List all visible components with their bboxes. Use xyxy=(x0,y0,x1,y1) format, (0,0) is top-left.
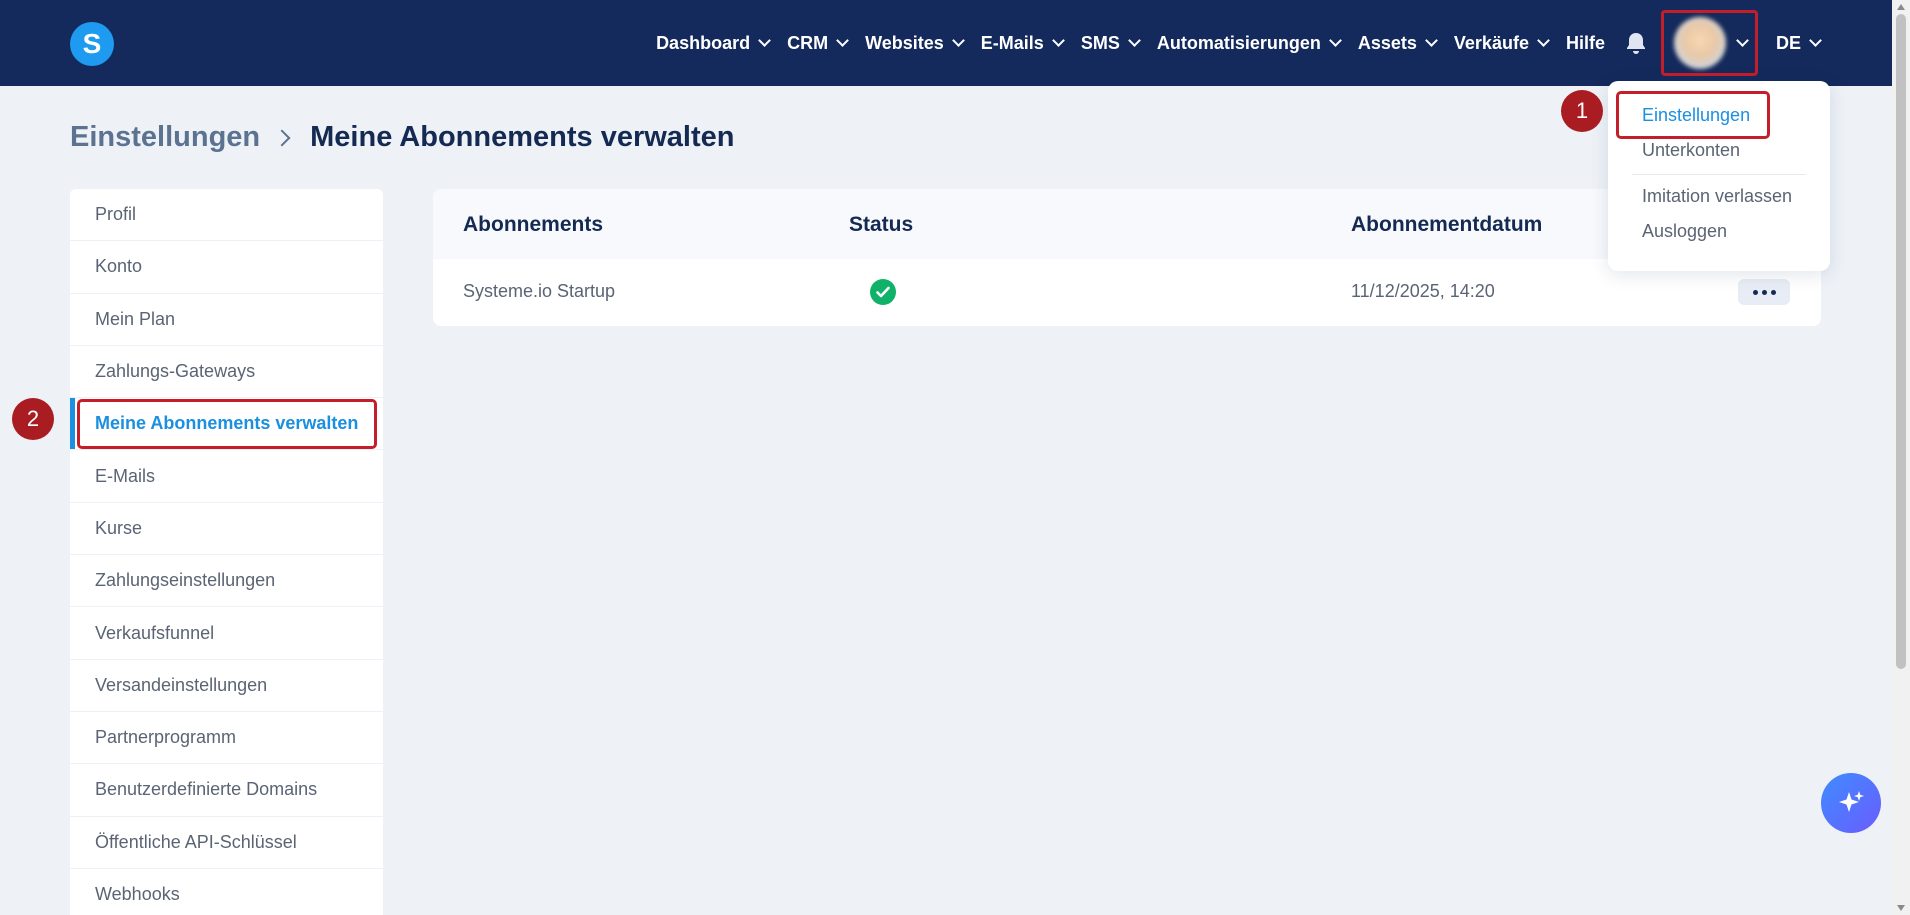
bell-icon[interactable] xyxy=(1625,31,1647,55)
sidebar-item-versandeinstellungen[interactable]: Versandeinstellungen xyxy=(70,660,383,712)
menu-item-einstellungen[interactable]: Einstellungen xyxy=(1642,105,1750,126)
menu-item-imitation-verlassen[interactable]: Imitation verlassen xyxy=(1642,186,1792,207)
step-badge-1: 1 xyxy=(1561,90,1603,132)
user-menu-toggle[interactable] xyxy=(1660,10,1758,76)
nav-dashboard[interactable]: Dashboard xyxy=(656,32,771,54)
sidebar-item-verkaufsfunnel[interactable]: Verkaufsfunnel xyxy=(70,607,383,660)
ai-assistant-button[interactable] xyxy=(1821,773,1881,833)
breadcrumb-parent[interactable]: Einstellungen xyxy=(70,121,260,154)
column-header-subscriptions: Abonnements xyxy=(463,213,604,236)
nav-websites-label: Websites xyxy=(865,32,944,53)
chevron-down-icon xyxy=(1537,34,1550,47)
language-selector[interactable]: DE xyxy=(1775,32,1822,54)
chevron-down-icon xyxy=(836,34,849,47)
sidebar-item-api-keys[interactable]: Öffentliche API-Schlüssel xyxy=(70,817,383,869)
nav-help[interactable]: Hilfe xyxy=(1566,33,1605,54)
nav-help-label: Hilfe xyxy=(1565,32,1605,53)
nav-automations-label: Automatisierungen xyxy=(1156,32,1321,53)
dot xyxy=(1770,289,1776,295)
page-title: Meine Abonnements verwalten xyxy=(310,121,735,153)
sidebar-item-konto[interactable]: Konto xyxy=(70,241,383,294)
user-dropdown-menu: Einstellungen Unterkonten Imitation verl… xyxy=(1608,81,1830,271)
nav-assets[interactable]: Assets xyxy=(1357,32,1438,54)
nav-sales-label: Verkäufe xyxy=(1453,32,1529,53)
nav-crm-label: CRM xyxy=(787,32,829,53)
sidebar-item-zahlungs-gateways[interactable]: Zahlungs-Gateways xyxy=(70,346,383,399)
sparkle-icon xyxy=(1839,791,1864,812)
sidebar-item-partnerprogramm[interactable]: Partnerprogramm xyxy=(70,712,383,765)
more-horizontal-icon[interactable] xyxy=(1738,279,1790,305)
subscription-date: 11/12/2025, 14:20 xyxy=(1351,281,1495,301)
nav-websites[interactable]: Websites xyxy=(865,32,965,54)
chevron-down-icon xyxy=(1736,34,1749,47)
sidebar-item-profil[interactable]: Profil xyxy=(70,189,383,242)
breadcrumb: Einstellungen Meine Abonnements verwalte… xyxy=(70,121,735,154)
sidebar-item-zahlungseinstellungen[interactable]: Zahlungseinstellungen xyxy=(70,555,383,608)
subscription-name: Systeme.io Startup xyxy=(463,281,616,301)
step-badge-2: 2 xyxy=(12,398,54,440)
column-header-date: Abonnementdatum xyxy=(1351,213,1543,236)
menu-item-unterkonten[interactable]: Unterkonten xyxy=(1642,140,1740,161)
page-scrollbar[interactable] xyxy=(1892,0,1910,915)
language-label: DE xyxy=(1775,32,1801,53)
chevron-down-icon xyxy=(1127,34,1141,47)
scroll-up-arrow-icon[interactable] xyxy=(1897,4,1905,10)
highlight-box-step2 xyxy=(77,399,377,449)
chevron-down-icon xyxy=(951,34,965,47)
dot xyxy=(1761,289,1767,295)
scrollbar-thumb[interactable] xyxy=(1896,14,1906,669)
brand-logo[interactable]: S xyxy=(70,22,114,66)
nav-sms-label: SMS xyxy=(1080,32,1120,53)
avatar xyxy=(1673,17,1726,69)
nav-dashboard-label: Dashboard xyxy=(656,32,751,53)
chevron-down-icon xyxy=(1051,34,1065,47)
nav-automations[interactable]: Automatisierungen xyxy=(1156,32,1342,54)
nav-sms[interactable]: SMS xyxy=(1080,32,1141,54)
sidebar-item-emails[interactable]: E-Mails xyxy=(70,450,383,503)
menu-divider xyxy=(1632,174,1806,175)
menu-item-ausloggen[interactable]: Ausloggen xyxy=(1642,221,1727,242)
nav-emails-label: E-Mails xyxy=(980,32,1044,53)
main-nav: Dashboard CRM Websites E-Mails SMS Autom… xyxy=(638,0,1822,86)
chevron-down-icon xyxy=(758,34,771,47)
chevron-down-icon xyxy=(1328,34,1342,47)
sidebar-item-mein-plan[interactable]: Mein Plan xyxy=(70,294,383,346)
dot xyxy=(1752,289,1758,295)
chevron-down-icon xyxy=(1809,34,1822,47)
scroll-down-arrow-icon[interactable] xyxy=(1897,905,1905,911)
top-navbar: S Dashboard CRM Websites E-Mails SMS Aut… xyxy=(0,0,1892,86)
sidebar-item-webhooks[interactable]: Webhooks xyxy=(70,869,383,915)
sidebar-item-kurse[interactable]: Kurse xyxy=(70,503,383,556)
nav-sales[interactable]: Verkäufe xyxy=(1453,32,1550,54)
nav-emails[interactable]: E-Mails xyxy=(980,32,1065,54)
sidebar-item-domains[interactable]: Benutzerdefinierte Domains xyxy=(70,764,383,817)
check-circle-icon xyxy=(870,279,896,305)
nav-crm[interactable]: CRM xyxy=(787,32,849,54)
settings-sidebar: Profil Konto Mein Plan Zahlungs-Gateways… xyxy=(70,189,383,915)
nav-assets-label: Assets xyxy=(1357,32,1417,53)
chevron-down-icon xyxy=(1425,34,1438,47)
chevron-right-icon xyxy=(273,129,291,146)
column-header-status: Status xyxy=(849,213,914,236)
